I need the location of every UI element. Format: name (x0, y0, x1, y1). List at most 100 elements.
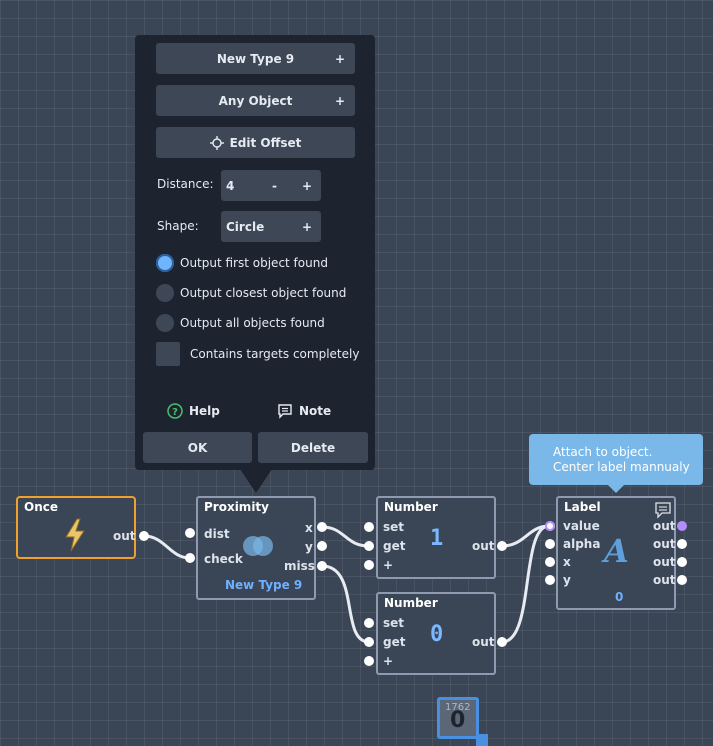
label-out-port[interactable] (677, 539, 687, 549)
shape-value: Circle (226, 219, 265, 234)
type-select-label: New Type 9 (216, 51, 295, 66)
svg-text:?: ? (172, 407, 178, 418)
shape-select[interactable]: Circle + (221, 211, 321, 242)
distance-stepper[interactable]: 4 - + (221, 170, 321, 201)
radio-closest-object[interactable] (156, 284, 174, 302)
help-button[interactable]: ? Help (167, 402, 220, 420)
plus-in-port[interactable] (364, 560, 374, 570)
option-all-label: Output all objects found (180, 316, 325, 330)
edit-offset-button[interactable]: Edit Offset (156, 127, 355, 158)
resize-handle[interactable] (476, 734, 488, 746)
value-port-label: value (563, 519, 600, 533)
selected-node-thumbnail[interactable]: 1762 0 (437, 697, 479, 739)
increment-button[interactable]: + (302, 179, 312, 193)
x-out-port[interactable] (317, 522, 327, 532)
comment-icon[interactable] (654, 501, 672, 519)
once-out-port[interactable] (139, 531, 149, 541)
option-first-label: Output first object found (180, 256, 328, 270)
crosshair-icon (209, 135, 224, 150)
y-in-port[interactable] (545, 575, 555, 585)
y-out-port[interactable] (317, 541, 327, 551)
node-title: Number (384, 500, 438, 514)
lightning-icon (65, 518, 85, 552)
dist-port-label: dist (204, 527, 230, 541)
label-out-port[interactable] (677, 557, 687, 567)
number-node-1[interactable]: Number set get + 1 out (376, 496, 496, 579)
miss-out-port[interactable] (317, 561, 327, 571)
label-tooltip: Attach to object. Center label mannualy (529, 434, 703, 485)
alpha-port-label: alpha (563, 537, 601, 551)
x-port-label: x (305, 521, 313, 535)
tooltip-pointer (608, 485, 624, 493)
text-glyph-icon: A (604, 532, 629, 570)
number-value: 0 (430, 622, 444, 647)
dist-in-port[interactable] (185, 528, 195, 538)
out-port-label: out (472, 539, 495, 553)
x-port-label: x (563, 555, 571, 569)
get-in-port[interactable] (364, 541, 374, 551)
note-button[interactable]: Note (277, 402, 331, 420)
once-node[interactable]: Once out (16, 496, 136, 559)
alpha-in-port[interactable] (545, 539, 555, 549)
node-title: Label (564, 500, 601, 514)
set-port-label: set (383, 520, 405, 534)
overlap-circles-icon (243, 536, 273, 556)
contains-checkbox[interactable] (156, 342, 180, 366)
set-in-port[interactable] (364, 618, 374, 628)
delete-button[interactable]: Delete (258, 432, 368, 463)
plus-icon: + (302, 219, 313, 234)
value-in-port[interactable] (545, 521, 555, 531)
plus-port-label: + (383, 558, 394, 572)
tooltip-line-1: Attach to object. (553, 445, 653, 459)
proximity-type-label: New Type 9 (225, 578, 303, 592)
thumbnail-value: 0 (450, 708, 466, 733)
radio-all-objects[interactable] (156, 314, 174, 332)
label-out-port[interactable] (677, 575, 687, 585)
plus-port-label: + (383, 654, 394, 668)
contains-label: Contains targets completely (190, 347, 360, 361)
get-port-label: get (383, 539, 406, 553)
out-port-label: out (653, 573, 676, 587)
plus-in-port[interactable] (364, 656, 374, 666)
out-port-label: out (653, 519, 676, 533)
out-port-label: out (653, 537, 676, 551)
proximity-node[interactable]: Proximity dist check x y miss New Type 9 (196, 496, 316, 600)
plus-icon: + (334, 93, 345, 108)
tooltip-line-2: Center label mannualy (553, 460, 690, 474)
miss-port-label: miss (284, 559, 315, 573)
out-port-label: out (653, 555, 676, 569)
type-select-button[interactable]: New Type 9 + (156, 43, 355, 74)
radio-first-object[interactable] (156, 254, 174, 272)
note-icon (278, 404, 292, 419)
note-label: Note (299, 404, 332, 418)
distance-value: 4 (226, 178, 235, 193)
delete-label: Delete (290, 440, 336, 455)
number0-out-port[interactable] (497, 637, 507, 647)
label-node[interactable]: Label value alpha x y out out out out A … (556, 496, 676, 610)
number1-out-port[interactable] (497, 541, 507, 551)
object-select-label: Any Object (218, 93, 293, 108)
out-port-label: out (472, 635, 495, 649)
plus-icon: + (334, 51, 345, 66)
x-in-port[interactable] (545, 557, 555, 567)
get-in-port[interactable] (364, 637, 374, 647)
ok-button[interactable]: OK (143, 432, 252, 463)
check-in-port[interactable] (185, 553, 195, 563)
node-settings-popup: New Type 9 + Any Object + Edit Offset Di… (135, 35, 375, 470)
number-node-0[interactable]: Number set get + 0 out (376, 592, 496, 675)
decrement-button[interactable]: - (272, 179, 277, 193)
label-out-port[interactable] (677, 521, 687, 531)
y-port-label: y (563, 573, 571, 587)
number-value: 1 (430, 526, 444, 551)
edit-offset-label: Edit Offset (229, 135, 302, 150)
node-title: Proximity (204, 500, 269, 514)
help-label: Help (189, 404, 220, 418)
option-closest-label: Output closest object found (180, 286, 347, 300)
popup-pointer (240, 469, 272, 493)
object-select-button[interactable]: Any Object + (156, 85, 355, 116)
set-in-port[interactable] (364, 522, 374, 532)
set-port-label: set (383, 616, 405, 630)
ok-label: OK (187, 440, 208, 455)
node-title: Once (24, 500, 58, 514)
y-port-label: y (305, 540, 313, 554)
